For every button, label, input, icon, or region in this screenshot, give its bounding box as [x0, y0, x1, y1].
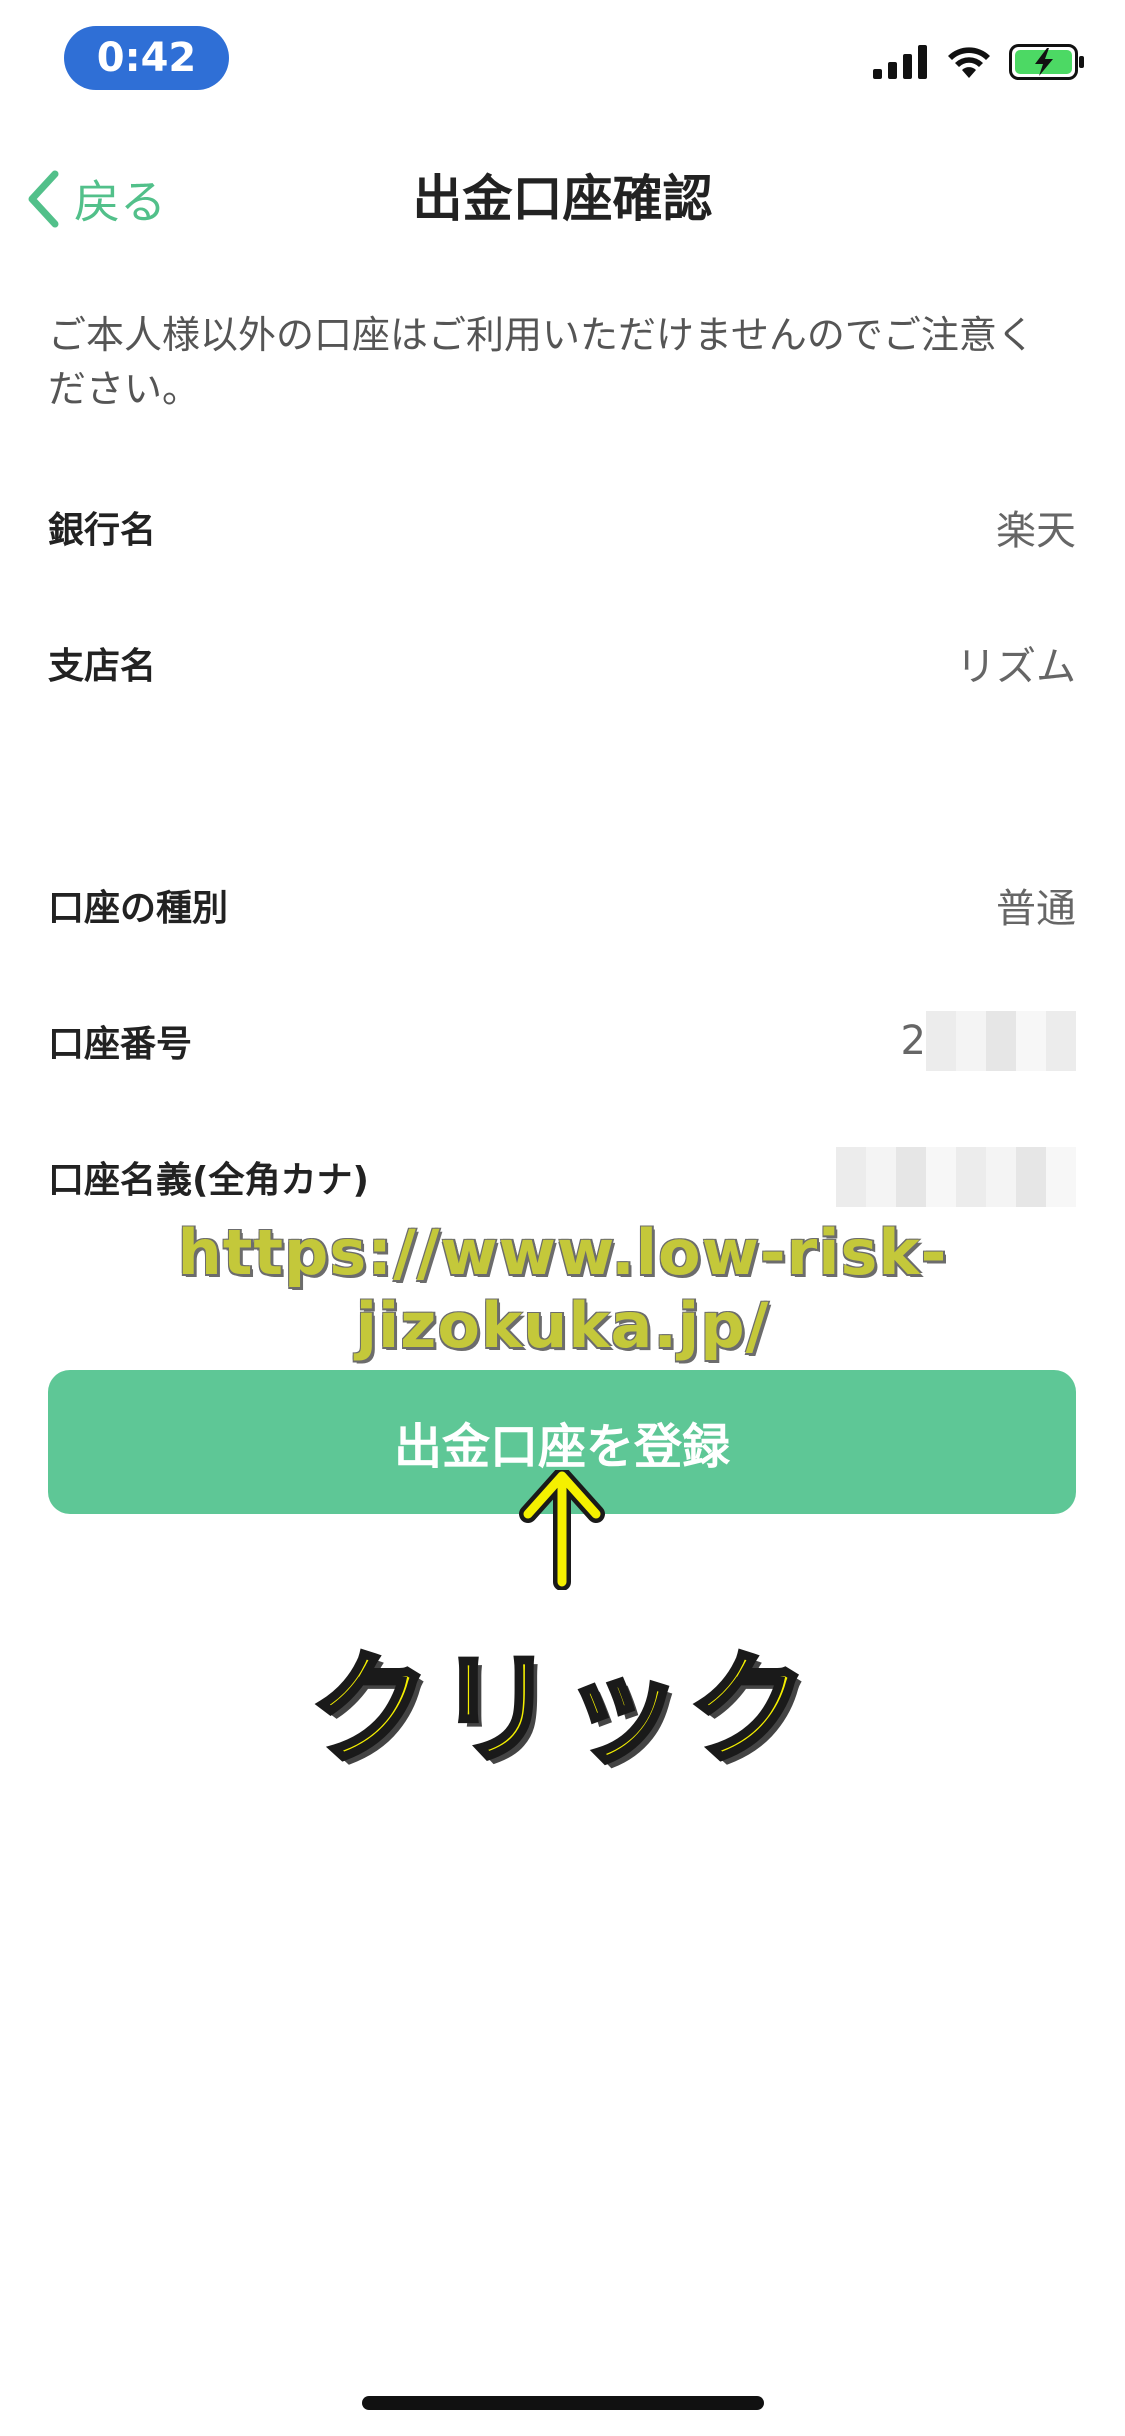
account-number-row: 口座番号 2 [48, 1006, 1076, 1076]
home-indicator [362, 2396, 764, 2410]
wifi-icon [948, 47, 990, 78]
notice-text: ご本人様以外の口座はご利用いただけませんのでご注意ください。 [48, 313, 1035, 411]
account-holder-value [836, 1147, 1076, 1207]
bank-name-label: 銀行名 [48, 510, 157, 551]
watermark-url: https://www.low-risk-jizokuka.jp/ [177, 1216, 948, 1362]
status-time: 0:42 [64, 26, 229, 90]
branch-name-label: 支店名 [48, 646, 157, 687]
status-icons [873, 44, 1085, 80]
account-holder-label: 口座名義(全角カナ) [48, 1160, 369, 1201]
account-number-value: 2 [901, 1011, 1076, 1071]
account-holder-redacted [836, 1147, 1076, 1207]
account-type-row: 口座の種別 普通 [48, 870, 1076, 940]
branch-name-row: 支店名 リズム [48, 628, 1076, 698]
account-type-value: 普通 [996, 886, 1076, 932]
page-title: 出金口座確認 [412, 170, 713, 228]
battery-charging-icon [1009, 44, 1084, 80]
bank-name-value: 楽天 [996, 508, 1076, 554]
account-type-label: 口座の種別 [48, 888, 229, 929]
account-number-visible-digit: 2 [900, 1018, 926, 1064]
branch-name-value: リズム [956, 644, 1076, 690]
account-holder-row: 口座名義(全角カナ) [48, 1142, 1076, 1212]
account-number-label: 口座番号 [48, 1024, 193, 1065]
up-arrow-annotation-icon [519, 1470, 605, 1590]
signal-icon [873, 45, 927, 79]
click-annotation: クリック [308, 1639, 815, 1783]
account-number-redacted [926, 1011, 1076, 1071]
bank-name-row: 銀行名 楽天 [48, 492, 1076, 562]
